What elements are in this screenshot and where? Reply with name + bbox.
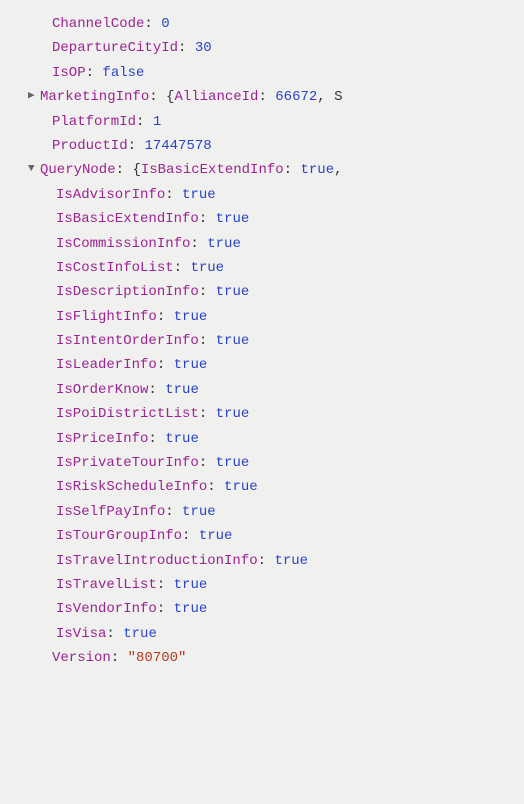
property-value: 0 bbox=[161, 16, 169, 32]
property-value: true bbox=[182, 187, 216, 203]
expand-toggle-expanded-icon[interactable]: ▼ bbox=[28, 161, 40, 179]
property-value: true bbox=[174, 577, 208, 593]
tree-row-child[interactable]: IsCostInfoList: true bbox=[8, 256, 516, 280]
tree-row-child[interactable]: IsLeaderInfo: true bbox=[8, 353, 516, 377]
property-key: ProductId bbox=[52, 138, 128, 154]
property-value: true bbox=[174, 309, 208, 325]
property-key: IsCostInfoList bbox=[56, 260, 174, 276]
property-value: false bbox=[102, 65, 144, 81]
property-key: IsDescriptionInfo bbox=[56, 284, 199, 300]
tree-row-child[interactable]: IsAdvisorInfo: true bbox=[8, 183, 516, 207]
property-key: IsBasicExtendInfo bbox=[56, 211, 199, 227]
property-key: PlatformId bbox=[52, 114, 136, 130]
property-key: ChannelCode bbox=[52, 16, 144, 32]
querynode-children: IsAdvisorInfo: trueIsBasicExtendInfo: tr… bbox=[8, 183, 516, 646]
property-key: IsOrderKnow bbox=[56, 382, 148, 398]
property-key: IsLeaderInfo bbox=[56, 357, 157, 373]
tree-row-child[interactable]: IsOrderKnow: true bbox=[8, 378, 516, 402]
property-value: true bbox=[165, 431, 199, 447]
tree-row-isop[interactable]: IsOP: false bbox=[8, 61, 516, 85]
tree-row-child[interactable]: IsTravelIntroductionInfo: true bbox=[8, 549, 516, 573]
property-value: true bbox=[207, 236, 241, 252]
tree-row-child[interactable]: IsVisa: true bbox=[8, 622, 516, 646]
property-key: Version bbox=[52, 650, 111, 666]
property-value: 30 bbox=[195, 40, 212, 56]
property-key: IsVisa bbox=[56, 626, 106, 642]
property-value: true bbox=[190, 260, 224, 276]
tree-row-querynode[interactable]: ▼QueryNode: {IsBasicExtendInfo: true, bbox=[8, 158, 516, 182]
property-value: true bbox=[216, 284, 250, 300]
property-value: true bbox=[174, 357, 208, 373]
property-key: IsPriceInfo bbox=[56, 431, 148, 447]
property-value: true bbox=[274, 553, 308, 569]
property-key: IsAdvisorInfo bbox=[56, 187, 165, 203]
property-value: "80700" bbox=[128, 650, 187, 666]
property-key: MarketingInfo bbox=[40, 89, 149, 105]
tree-row-platformid[interactable]: PlatformId: 1 bbox=[8, 110, 516, 134]
tree-row-channelcode[interactable]: ChannelCode: 0 bbox=[8, 12, 516, 36]
property-key: IsOP bbox=[52, 65, 86, 81]
property-value: true bbox=[216, 455, 250, 471]
tree-row-child[interactable]: IsIntentOrderInfo: true bbox=[8, 329, 516, 353]
property-value: true bbox=[224, 479, 258, 495]
property-value: 1 bbox=[153, 114, 161, 130]
property-value: true bbox=[174, 601, 208, 617]
property-value: true bbox=[165, 382, 199, 398]
property-key: IsTravelList bbox=[56, 577, 157, 593]
tree-row-child[interactable]: IsCommissionInfo: true bbox=[8, 232, 516, 256]
property-key: IsTourGroupInfo bbox=[56, 528, 182, 544]
property-key: IsVendorInfo bbox=[56, 601, 157, 617]
tree-row-child[interactable]: IsFlightInfo: true bbox=[8, 305, 516, 329]
property-value: true bbox=[182, 504, 216, 520]
expand-toggle-collapsed-icon[interactable]: ▶ bbox=[28, 88, 40, 106]
property-value: true bbox=[216, 211, 250, 227]
tree-row-child[interactable]: IsPriceInfo: true bbox=[8, 427, 516, 451]
tree-row-child[interactable]: IsSelfPayInfo: true bbox=[8, 500, 516, 524]
property-value: true bbox=[123, 626, 157, 642]
object-preview: AllianceId: 66672, S bbox=[174, 89, 342, 105]
tree-row-child[interactable]: IsDescriptionInfo: true bbox=[8, 280, 516, 304]
tree-row-productid[interactable]: ProductId: 17447578 bbox=[8, 134, 516, 158]
tree-row-marketinginfo[interactable]: ▶MarketingInfo: {AllianceId: 66672, S bbox=[8, 85, 516, 109]
property-value: true bbox=[216, 406, 250, 422]
object-preview: IsBasicExtendInfo: true, bbox=[141, 162, 343, 178]
property-key: IsFlightInfo bbox=[56, 309, 157, 325]
property-value: 17447578 bbox=[144, 138, 211, 154]
property-value: true bbox=[199, 528, 233, 544]
tree-row-child[interactable]: IsBasicExtendInfo: true bbox=[8, 207, 516, 231]
tree-row-departurecityid[interactable]: DepartureCityId: 30 bbox=[8, 36, 516, 60]
tree-row-version[interactable]: Version: "80700" bbox=[8, 646, 516, 670]
property-key: IsIntentOrderInfo bbox=[56, 333, 199, 349]
tree-row-child[interactable]: IsTourGroupInfo: true bbox=[8, 524, 516, 548]
tree-row-child[interactable]: IsPoiDistrictList: true bbox=[8, 402, 516, 426]
property-key: IsTravelIntroductionInfo bbox=[56, 553, 258, 569]
property-key: IsSelfPayInfo bbox=[56, 504, 165, 520]
tree-row-child[interactable]: IsTravelList: true bbox=[8, 573, 516, 597]
tree-row-child[interactable]: IsVendorInfo: true bbox=[8, 597, 516, 621]
tree-row-child[interactable]: IsPrivateTourInfo: true bbox=[8, 451, 516, 475]
property-key: IsPrivateTourInfo bbox=[56, 455, 199, 471]
tree-row-child[interactable]: IsRiskScheduleInfo: true bbox=[8, 475, 516, 499]
property-key: IsCommissionInfo bbox=[56, 236, 190, 252]
property-key: IsRiskScheduleInfo bbox=[56, 479, 207, 495]
property-key: QueryNode bbox=[40, 162, 116, 178]
json-tree: ChannelCode: 0 DepartureCityId: 30 IsOP:… bbox=[8, 12, 516, 671]
property-value: true bbox=[216, 333, 250, 349]
property-key: IsPoiDistrictList bbox=[56, 406, 199, 422]
property-key: DepartureCityId bbox=[52, 40, 178, 56]
